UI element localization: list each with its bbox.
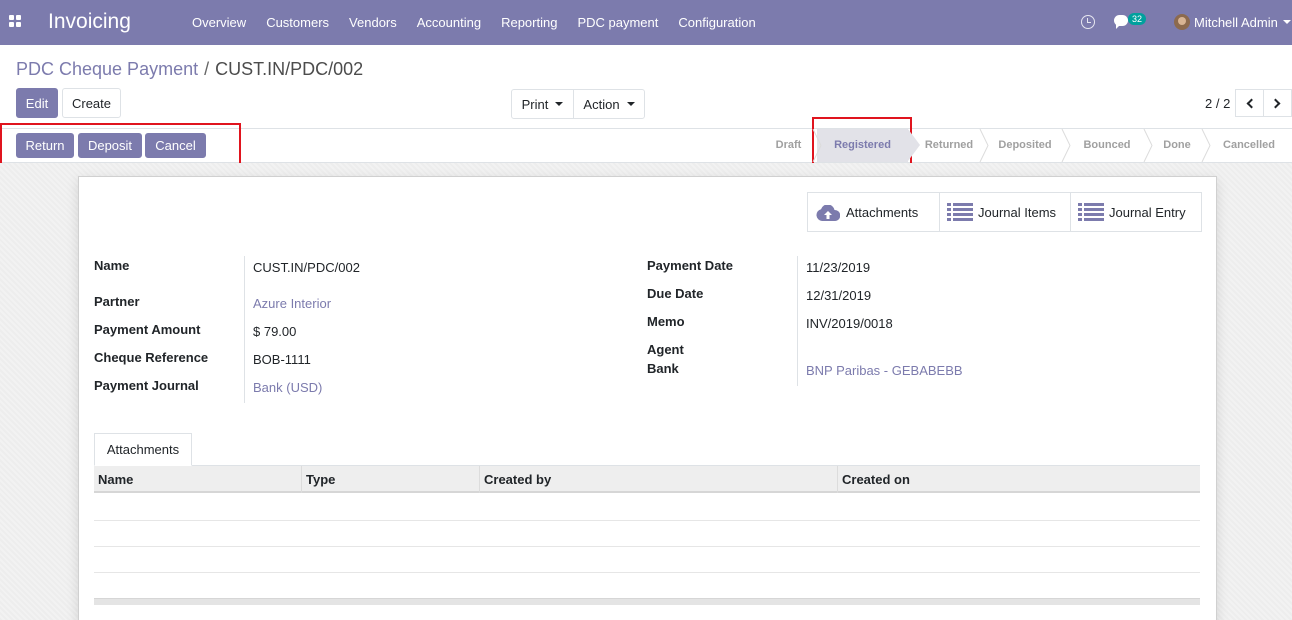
print-dropdown[interactable]: Print	[511, 89, 574, 119]
chevron-down-icon	[626, 102, 635, 106]
chevron-left-icon	[1246, 98, 1257, 109]
column-header-name[interactable]: Name	[94, 466, 302, 493]
breadcrumb-separator: /	[204, 59, 210, 79]
table-row	[94, 546, 1200, 547]
name-value: CUST.IN/PDC/002	[253, 260, 360, 275]
chevron-down-icon	[555, 102, 564, 106]
breadcrumb-current: CUST.IN/PDC/002	[215, 59, 364, 79]
table-footer	[94, 598, 1200, 605]
stage-draft[interactable]: Draft	[760, 129, 822, 162]
stage-deposited-label: Deposited	[998, 139, 1052, 151]
cancel-button[interactable]: Cancel	[145, 133, 206, 158]
menu-accounting[interactable]: Accounting	[407, 0, 491, 45]
name-label: Name	[94, 258, 130, 273]
form-statusbar: Return Deposit Cancel Draft Registered R…	[0, 128, 1292, 163]
smart-button-box: Attachments Journal Items Journal Entry	[807, 192, 1202, 232]
journal-entry-label: Journal Entry	[1109, 204, 1186, 220]
main-menu: Overview Customers Vendors Accounting Re…	[182, 0, 766, 45]
status-stages: Draft Registered Returned Deposited Boun…	[760, 129, 1292, 162]
chevron-down-icon[interactable]	[1283, 20, 1291, 28]
table-row	[94, 520, 1200, 521]
memo-value: INV/2019/0018	[806, 316, 893, 331]
cloud-upload-icon	[816, 205, 840, 221]
column-header-created-on[interactable]: Created on	[838, 466, 1200, 493]
attachments-smart-button[interactable]: Attachments	[808, 193, 939, 231]
breadcrumb: PDC Cheque Payment / CUST.IN/PDC/002	[16, 59, 363, 80]
edit-button[interactable]: Edit	[16, 88, 58, 118]
stage-bounced[interactable]: Bounced	[1066, 129, 1153, 162]
top-navbar: Invoicing Overview Customers Vendors Acc…	[0, 0, 1292, 45]
pager-next-button[interactable]	[1263, 89, 1292, 117]
journal-entry-smart-button[interactable]: Journal Entry	[1070, 193, 1201, 231]
deposit-button[interactable]: Deposit	[78, 133, 142, 158]
stage-cancelled[interactable]: Cancelled	[1206, 129, 1292, 162]
journal-items-label: Journal Items	[978, 204, 1057, 220]
stage-registered[interactable]: Registered	[817, 129, 920, 162]
chevron-right-icon	[1270, 98, 1281, 109]
app-name[interactable]: Invoicing	[48, 10, 131, 34]
stage-registered-label: Registered	[834, 139, 891, 151]
breadcrumb-parent[interactable]: PDC Cheque Payment	[16, 59, 198, 79]
column-header-created-by[interactable]: Created by	[480, 466, 838, 493]
table-row	[94, 572, 1200, 573]
create-button[interactable]: Create	[62, 88, 121, 118]
payment-date-value: 11/23/2019	[806, 260, 871, 275]
menu-customers[interactable]: Customers	[256, 0, 339, 45]
cheque-reference-label: Cheque Reference	[94, 350, 209, 365]
payment-journal-link[interactable]: Bank (USD)	[253, 380, 322, 395]
stage-done[interactable]: Done	[1148, 129, 1211, 162]
form-sheet	[78, 176, 1217, 620]
stage-done-label: Done	[1163, 139, 1191, 151]
bank-label: Bank	[647, 361, 679, 376]
action-label: Action	[583, 96, 620, 112]
stage-bounced-label: Bounced	[1083, 139, 1131, 151]
apps-menu-icon[interactable]	[9, 15, 23, 29]
list-icon	[1078, 203, 1104, 221]
attachments-table-header: Name Type Created by Created on	[94, 466, 1200, 493]
bank-link[interactable]: BNP Paribas - GEBABEBB	[806, 363, 963, 378]
tab-attachments[interactable]: Attachments	[94, 433, 192, 466]
return-button[interactable]: Return	[16, 133, 74, 158]
due-date-label: Due Date	[647, 286, 704, 301]
payment-date-label: Payment Date	[647, 258, 733, 273]
journal-items-smart-button[interactable]: Journal Items	[939, 193, 1070, 231]
menu-vendors[interactable]: Vendors	[339, 0, 407, 45]
chat-count-badge: 32	[1128, 13, 1147, 25]
payment-journal-label: Payment Journal	[94, 378, 199, 393]
field-divider-right	[797, 256, 798, 386]
list-icon	[947, 203, 973, 221]
print-label: Print	[521, 96, 549, 112]
memo-label: Memo	[647, 314, 685, 329]
field-divider-left	[244, 256, 245, 403]
avatar[interactable]	[1174, 14, 1190, 30]
due-date-value: 12/31/2019	[806, 288, 872, 303]
activity-clock-icon[interactable]	[1081, 15, 1095, 29]
column-header-type[interactable]: Type	[302, 466, 480, 493]
chat-icon[interactable]	[1114, 15, 1128, 29]
agent-label: Agent	[647, 342, 684, 357]
stage-draft-label: Draft	[775, 139, 802, 151]
stage-returned-label: Returned	[924, 139, 974, 151]
payment-amount-label: Payment Amount	[94, 322, 201, 337]
payment-amount-value: $ 79.00	[253, 324, 297, 339]
menu-pdc-payment[interactable]: PDC payment	[567, 0, 668, 45]
attachments-label: Attachments	[846, 204, 919, 220]
partner-link[interactable]: Azure Interior	[253, 296, 331, 311]
menu-overview[interactable]: Overview	[182, 0, 256, 45]
stage-deposited[interactable]: Deposited	[984, 129, 1071, 162]
partner-label: Partner	[94, 294, 140, 309]
menu-reporting[interactable]: Reporting	[491, 0, 567, 45]
cheque-reference-value: BOB-1111	[253, 352, 311, 367]
stage-cancelled-label: Cancelled	[1223, 139, 1275, 151]
pager-previous-button[interactable]	[1235, 89, 1264, 117]
pager-value[interactable]: 2 / 2	[1205, 96, 1230, 111]
action-dropdown[interactable]: Action	[573, 89, 645, 119]
user-menu[interactable]: Mitchell Admin	[1194, 15, 1278, 30]
menu-configuration[interactable]: Configuration	[668, 0, 765, 45]
